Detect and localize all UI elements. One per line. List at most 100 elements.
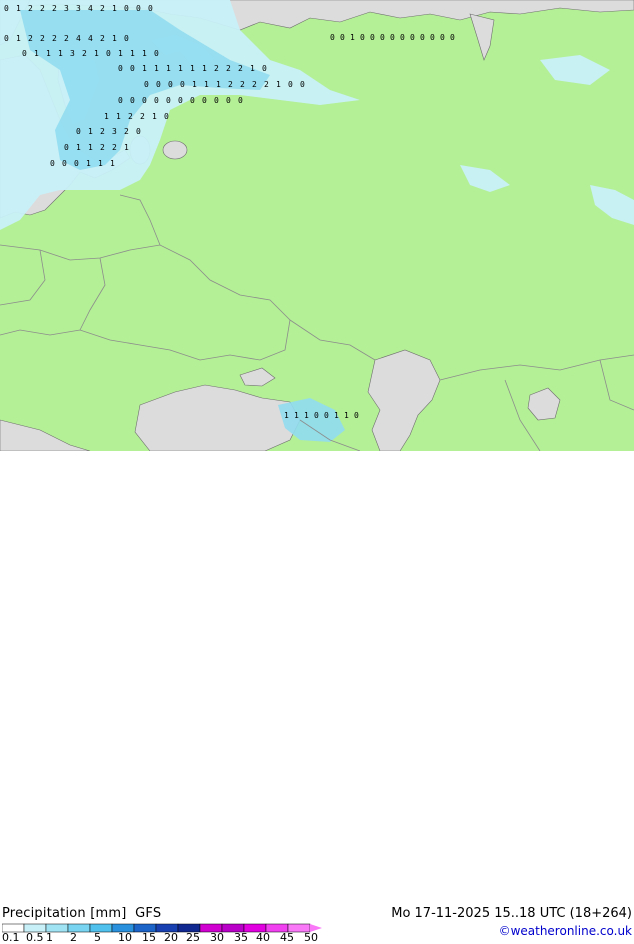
precip-value-label: 0: [214, 96, 219, 105]
precip-value-label: 1: [344, 411, 349, 420]
precip-value-label: 0: [62, 159, 67, 168]
precip-value-label: 1: [112, 34, 117, 43]
precip-value-label: 0: [410, 33, 415, 42]
precip-value-label: 1: [202, 64, 207, 73]
precip-value-label: 1: [86, 159, 91, 168]
precip-value-label: 4: [88, 4, 93, 13]
precip-value-label: 0: [360, 33, 365, 42]
precip-value-label: 0: [164, 112, 169, 121]
credit-link[interactable]: ©weatheronline.co.uk: [499, 924, 632, 938]
precip-value-label: 2: [40, 34, 45, 43]
precip-value-label: 0: [124, 4, 129, 13]
precip-value-label: 2: [128, 112, 133, 121]
precip-value-label: 2: [100, 34, 105, 43]
precip-value-label: 1: [112, 4, 117, 13]
precip-value-label: 0: [314, 411, 319, 420]
map-title: Precipitation [mm] GFS: [2, 906, 161, 921]
precip-value-label: 0: [124, 34, 129, 43]
scale-tick-label: 5: [94, 931, 101, 944]
precip-value-label: 1: [124, 143, 129, 152]
precip-value-label: 0: [430, 33, 435, 42]
precip-value-label: 0: [238, 96, 243, 105]
precip-value-label: 0: [50, 159, 55, 168]
model-name: GFS: [135, 906, 162, 921]
precip-value-label: 1: [116, 112, 121, 121]
precip-value-label: 2: [28, 34, 33, 43]
precip-value-label: 1: [142, 49, 147, 58]
precip-value-label: 1: [250, 64, 255, 73]
scale-tick-label: 35: [234, 931, 248, 944]
precip-value-label: 1: [94, 49, 99, 58]
precip-value-label: 1: [118, 49, 123, 58]
scale-tick-label: 50: [304, 931, 318, 944]
scale-tick-label: 1: [46, 931, 53, 944]
precip-value-label: 1: [88, 127, 93, 136]
precip-value-label: 4: [76, 34, 81, 43]
scale-tick-label: 0.1: [2, 931, 20, 944]
precip-value-label: 0: [4, 4, 9, 13]
precip-value-label: 2: [140, 112, 145, 121]
precip-value-label: 1: [304, 411, 309, 420]
precip-value-label: 0: [156, 80, 161, 89]
precip-value-label: 0: [330, 33, 335, 42]
precip-value-label: 2: [240, 80, 245, 89]
precip-value-label: 1: [216, 80, 221, 89]
precip-value-label: 0: [118, 64, 123, 73]
precip-value-label: 0: [226, 96, 231, 105]
scale-tick-label: 30: [210, 931, 224, 944]
scale-tick-label: 25: [186, 931, 200, 944]
precip-value-label: 1: [58, 49, 63, 58]
precip-value-label: 2: [226, 64, 231, 73]
precip-value-label: 0: [4, 34, 9, 43]
precip-value-label: 1: [154, 64, 159, 73]
precip-value-label: 2: [228, 80, 233, 89]
precip-value-label: 2: [40, 4, 45, 13]
precip-value-label: 2: [214, 64, 219, 73]
precip-value-label: 0: [288, 80, 293, 89]
scale-tick-label: 40: [256, 931, 270, 944]
scale-tick-label: 45: [280, 931, 294, 944]
precip-value-label: 1: [190, 64, 195, 73]
precip-value-label: 2: [28, 4, 33, 13]
precip-value-label: 0: [190, 96, 195, 105]
precip-value-label: 4: [88, 34, 93, 43]
precip-value-label: 0: [106, 49, 111, 58]
precip-value-label: 0: [154, 96, 159, 105]
precip-value-label: 0: [400, 33, 405, 42]
precip-value-label: 1: [76, 143, 81, 152]
precip-value-label: 1: [294, 411, 299, 420]
precip-value-label: 1: [16, 4, 21, 13]
precip-value-label: 3: [76, 4, 81, 13]
precip-value-label: 0: [136, 4, 141, 13]
precip-value-label: 1: [104, 112, 109, 121]
precip-value-label: 0: [154, 49, 159, 58]
precip-value-label: 0: [340, 33, 345, 42]
precip-value-label: 0: [380, 33, 385, 42]
precip-value-label: 1: [152, 112, 157, 121]
precip-value-label: 2: [124, 127, 129, 136]
precip-value-label: 2: [100, 143, 105, 152]
precip-value-label: 2: [52, 34, 57, 43]
precip-value-label: 1: [276, 80, 281, 89]
precip-value-label: 1: [166, 64, 171, 73]
precip-value-label: 2: [252, 80, 257, 89]
title-text: Precipitation [mm]: [2, 906, 127, 921]
valid-time: Mo 17-11-2025 15..18 UTC (18+264): [391, 906, 632, 921]
precip-value-label: 0: [168, 80, 173, 89]
precip-value-label: 0: [324, 411, 329, 420]
precip-value-label: 0: [74, 159, 79, 168]
precip-value-label: 1: [34, 49, 39, 58]
lake-onega: [162, 140, 188, 160]
precip-value-label: 0: [142, 96, 147, 105]
precip-value-label: 0: [76, 127, 81, 136]
precip-value-label: 0: [354, 411, 359, 420]
precip-value-label: 2: [100, 127, 105, 136]
precip-value-label: 1: [178, 64, 183, 73]
precip-value-label: 2: [82, 49, 87, 58]
precip-value-label: 0: [64, 143, 69, 152]
precip-value-label: 0: [262, 64, 267, 73]
precip-value-label: 0: [22, 49, 27, 58]
precip-value-label: 1: [46, 49, 51, 58]
precip-value-label: 1: [192, 80, 197, 89]
scale-tick-label: 2: [70, 931, 77, 944]
